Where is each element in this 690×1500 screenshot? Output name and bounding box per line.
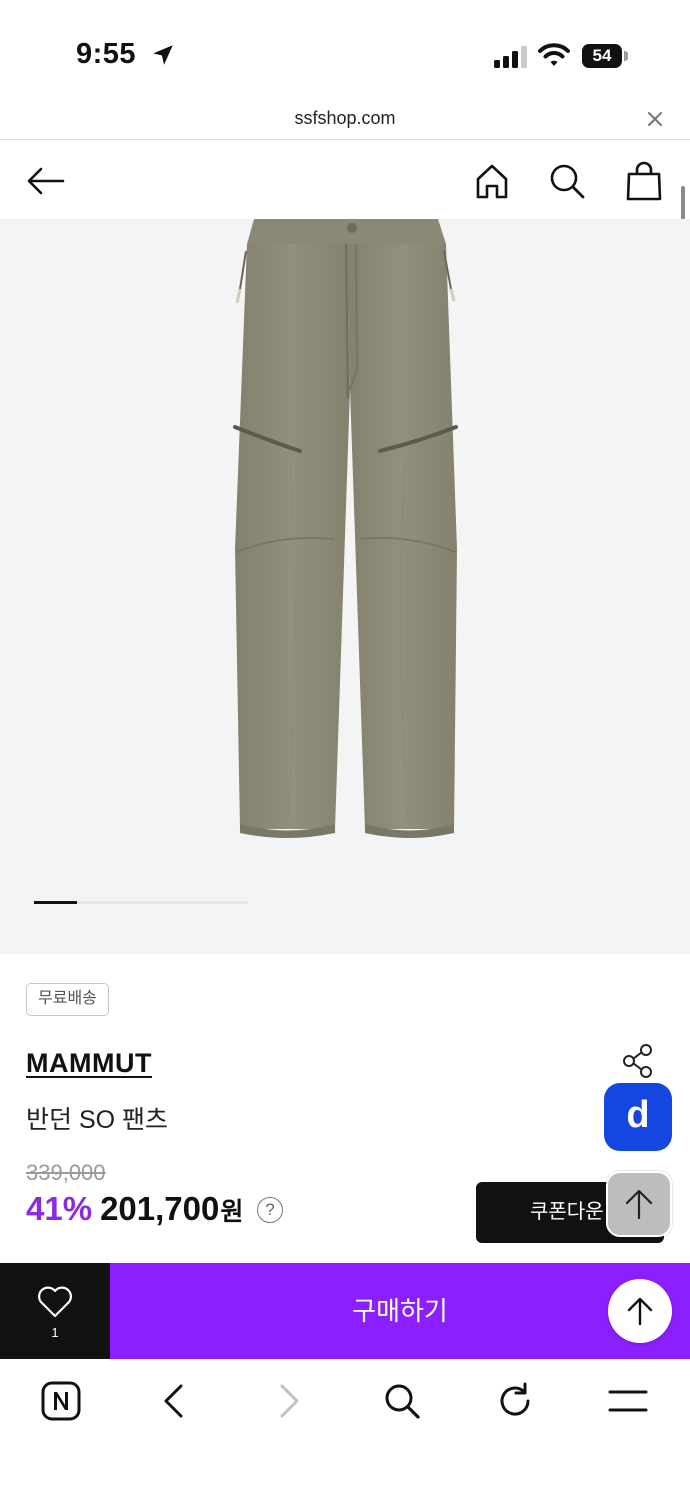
cart-button[interactable] — [622, 159, 666, 203]
wifi-icon — [538, 43, 570, 66]
browser-search-button[interactable] — [380, 1379, 424, 1423]
sale-price: 201,700 — [100, 1190, 220, 1227]
product-name: 반던 SO 팬츠 — [26, 1106, 169, 1134]
product-image-gallery[interactable] — [0, 219, 690, 954]
battery-tip — [624, 51, 628, 61]
buy-button[interactable]: 구매하기 — [110, 1263, 690, 1359]
brand-link[interactable]: MAMMUT — [26, 1048, 152, 1079]
arrow-left-icon — [27, 167, 65, 195]
free-shipping-badge: 무료배송 — [26, 983, 109, 1016]
cellular-signal-icon — [494, 46, 527, 68]
price-help-icon[interactable]: ? — [257, 1197, 283, 1223]
arrow-up-icon — [625, 1189, 653, 1220]
url-text[interactable]: ssfshop.com — [0, 108, 690, 129]
chevron-left-icon — [164, 1384, 183, 1418]
back-button[interactable] — [24, 159, 68, 203]
status-time: 9:55 — [76, 38, 137, 70]
gallery-indicator-active — [34, 901, 77, 904]
original-price: 339,000 — [26, 1160, 106, 1185]
refresh-icon — [500, 1382, 530, 1416]
home-button[interactable] — [470, 159, 514, 203]
browser-forward-button[interactable] — [267, 1379, 311, 1423]
product-photo — [233, 219, 458, 838]
search-button[interactable] — [545, 159, 589, 203]
price-row: 41% 201,700 원 — [26, 1190, 243, 1234]
d-floating-button[interactable]: d — [604, 1083, 672, 1151]
discount-rate: 41% — [26, 1190, 93, 1227]
browser-back-button[interactable] — [152, 1379, 196, 1423]
chevron-right-icon — [280, 1384, 299, 1418]
app-header — [0, 141, 690, 219]
home-icon — [476, 164, 508, 199]
close-icon[interactable] — [646, 110, 664, 128]
address-bar[interactable]: ssfshop.com — [0, 100, 690, 140]
search-icon — [550, 164, 585, 199]
arrow-up-icon — [627, 1297, 653, 1326]
currency-unit: 원 — [220, 1198, 244, 1226]
buy-button-label: 구매하기 — [352, 1296, 448, 1326]
naver-n-icon — [41, 1381, 81, 1421]
browser-toolbar — [0, 1359, 690, 1500]
d-logo-icon: d — [626, 1093, 650, 1136]
scroll-top-button[interactable] — [606, 1171, 672, 1237]
shopping-bag-icon — [626, 161, 662, 201]
scroll-top-round-button[interactable] — [608, 1279, 672, 1343]
hamburger-menu-icon — [608, 1390, 648, 1412]
search-icon — [385, 1384, 420, 1419]
battery-level: 54 — [582, 44, 622, 68]
browser-menu-button[interactable] — [606, 1379, 650, 1423]
location-arrow-icon — [153, 45, 173, 65]
wishlist-button[interactable]: 1 — [0, 1263, 110, 1359]
browser-refresh-button[interactable] — [493, 1379, 537, 1423]
status-bar: 9:55 54 — [0, 0, 690, 100]
share-icon[interactable] — [620, 1043, 656, 1079]
gallery-indicator — [34, 901, 248, 904]
heart-icon — [38, 1286, 72, 1318]
naver-home-button[interactable] — [39, 1379, 83, 1423]
wishlist-count: 1 — [51, 1325, 59, 1340]
